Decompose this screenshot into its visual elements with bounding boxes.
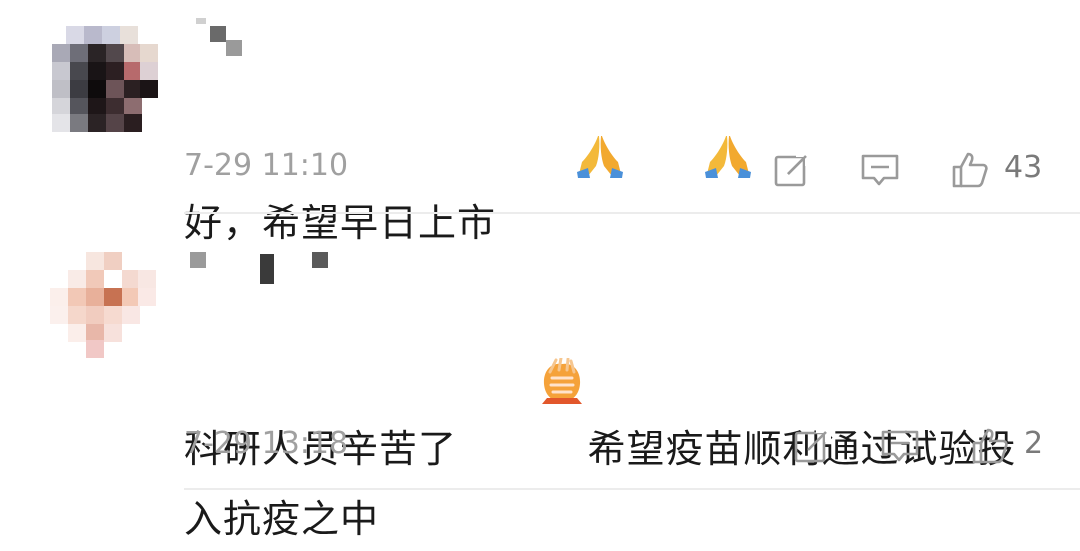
repost-button[interactable] (772, 150, 812, 190)
comment-icon (881, 430, 919, 462)
reply-button[interactable] (880, 426, 920, 466)
like-count: 2 (1024, 426, 1044, 461)
like-button[interactable] (950, 150, 990, 190)
comment-text: 科研人员辛苦了 希望疫苗顺利通过试验投入抗疫之中 (184, 294, 1044, 551)
share-icon (794, 427, 831, 463)
like-count: 43 (1004, 150, 1043, 185)
avatar[interactable] (50, 252, 156, 358)
reply-button[interactable] (860, 150, 900, 190)
divider (184, 488, 1080, 490)
repost-button[interactable] (792, 426, 832, 466)
share-icon (774, 151, 811, 187)
comment-item: 科研人员辛苦了 希望疫苗顺利通过试验投入抗疫之中 7-29 13:18 2 (0, 214, 1080, 541)
username-blurred[interactable] (190, 252, 330, 284)
clapping-hands-icon (458, 294, 586, 487)
thumbs-up-icon (952, 152, 988, 188)
avatar[interactable] (52, 26, 158, 132)
like-button[interactable] (970, 426, 1010, 466)
timestamp: 7-29 13:18 (184, 426, 349, 461)
timestamp: 7-29 11:10 (184, 148, 349, 183)
thumbs-up-icon (972, 428, 1008, 464)
comment-item: 好，希望早日上市 7-29 11:10 43 (0, 0, 1080, 245)
comment-icon (861, 154, 899, 186)
username-blurred[interactable] (196, 18, 256, 56)
